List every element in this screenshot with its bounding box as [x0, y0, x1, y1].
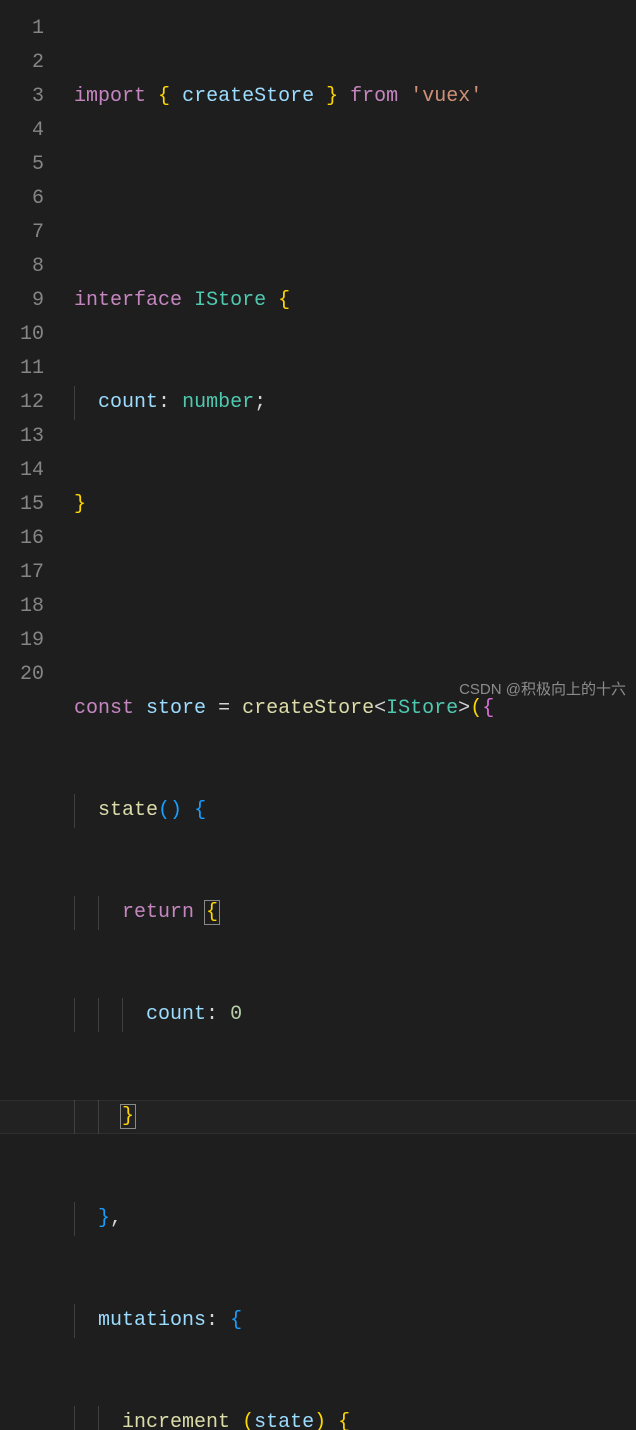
code-line-active: } [62, 1100, 636, 1134]
property: count [98, 391, 158, 414]
keyword: const [74, 697, 134, 720]
brace: } [326, 85, 338, 108]
param: state [254, 1411, 314, 1430]
brace: { [278, 289, 290, 312]
line-number: 3 [0, 80, 44, 114]
brace: { [204, 900, 220, 925]
property: mutations [98, 1309, 206, 1332]
punct: : [206, 1309, 218, 1332]
method: increment [122, 1411, 230, 1430]
code-line: state() { [62, 794, 636, 828]
line-number: 12 [0, 386, 44, 420]
line-number: 8 [0, 250, 44, 284]
line-number: 16 [0, 522, 44, 556]
line-number: 5 [0, 148, 44, 182]
code-line: } [62, 488, 636, 522]
brace: } [74, 493, 86, 516]
function: createStore [242, 697, 374, 720]
punct: , [110, 1207, 122, 1230]
keyword: from [350, 85, 398, 108]
string: 'vuex' [410, 85, 482, 108]
type: IStore [386, 697, 458, 720]
keyword: import [74, 85, 146, 108]
line-number: 14 [0, 454, 44, 488]
watermark: CSDN @积极向上的十六 [459, 673, 626, 707]
line-number: 9 [0, 284, 44, 318]
code-editor: 1 2 3 4 5 6 7 8 9 10 11 12 13 14 15 16 1… [0, 0, 636, 715]
type: number [182, 391, 254, 414]
code-line: mutations: { [62, 1304, 636, 1338]
line-number: 1 [0, 12, 44, 46]
number: 0 [230, 1003, 242, 1026]
punct: : [158, 391, 170, 414]
paren: ) [314, 1411, 326, 1430]
line-number: 19 [0, 624, 44, 658]
code-line: return { [62, 896, 636, 930]
line-number: 18 [0, 590, 44, 624]
brace: } [120, 1104, 136, 1129]
code-line: import { createStore } from 'vuex' [62, 80, 636, 114]
code-line: count: number; [62, 386, 636, 420]
line-number-gutter: 1 2 3 4 5 6 7 8 9 10 11 12 13 14 15 16 1… [0, 0, 62, 715]
punct: ; [254, 391, 266, 414]
line-number: 6 [0, 182, 44, 216]
brace: { [194, 799, 206, 822]
code-line: count: 0 [62, 998, 636, 1032]
operator: = [218, 697, 230, 720]
punct: : [206, 1003, 218, 1026]
line-number: 4 [0, 114, 44, 148]
paren: ( [242, 1411, 254, 1430]
paren: ) [170, 799, 182, 822]
code-line [62, 182, 636, 216]
line-number: 7 [0, 216, 44, 250]
identifier: store [146, 697, 206, 720]
code-line: increment (state) { [62, 1406, 636, 1430]
property: count [146, 1003, 206, 1026]
keyword: return [122, 901, 194, 924]
keyword: interface [74, 289, 182, 312]
line-number: 20 [0, 658, 44, 692]
brace: } [98, 1207, 110, 1230]
code-line: interface IStore { [62, 284, 636, 318]
line-number: 2 [0, 46, 44, 80]
line-number: 17 [0, 556, 44, 590]
punct: < [374, 697, 386, 720]
paren: ( [158, 799, 170, 822]
method: state [98, 799, 158, 822]
brace: { [338, 1411, 350, 1430]
brace: { [230, 1309, 242, 1332]
line-number: 10 [0, 318, 44, 352]
code-line [62, 590, 636, 624]
line-number: 11 [0, 352, 44, 386]
identifier: createStore [182, 85, 314, 108]
type: IStore [194, 289, 266, 312]
code-line: }, [62, 1202, 636, 1236]
code-area[interactable]: import { createStore } from 'vuex' inter… [62, 0, 636, 715]
line-number: 15 [0, 488, 44, 522]
brace: { [158, 85, 170, 108]
line-number: 13 [0, 420, 44, 454]
